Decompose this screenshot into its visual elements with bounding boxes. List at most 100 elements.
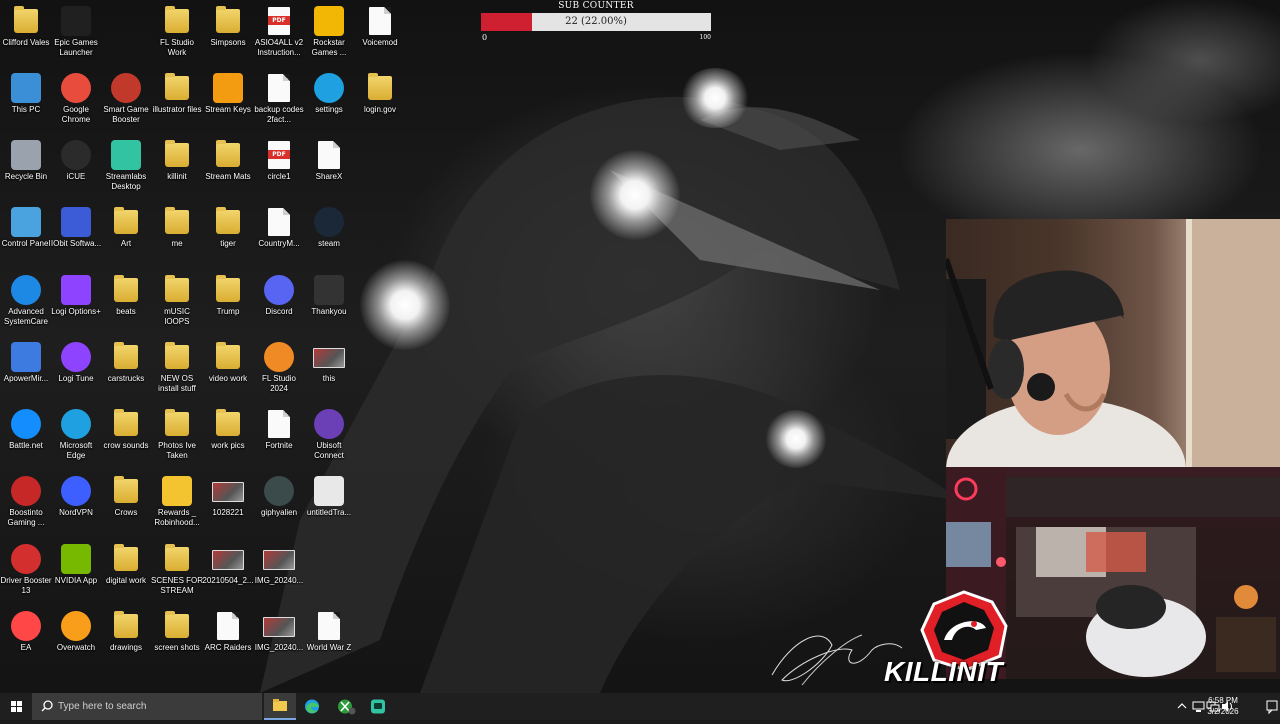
desktop-icon-label: NEW OS install stuff — [158, 374, 196, 393]
taskbar-app-file-explorer[interactable] — [264, 693, 296, 720]
desktop-icon[interactable]: settings — [303, 67, 355, 115]
desktop-icon[interactable]: mUSIC lOOPS — [151, 269, 203, 327]
taskbar-app-xbox[interactable] — [330, 693, 362, 720]
desktop-icon[interactable]: Ubisoft Connect — [303, 403, 355, 461]
taskbar-app-edge[interactable] — [296, 693, 328, 720]
desktop-icon[interactable]: SCENES FOR STREAM — [151, 538, 203, 596]
desktop-icon[interactable]: CountryM... — [253, 201, 305, 249]
desktop-icon[interactable]: Smart Game Booster — [100, 67, 152, 125]
desktop-icon[interactable]: Advanced SystemCare — [0, 269, 52, 327]
desktop-icon[interactable]: work pics — [202, 403, 254, 451]
desktop-icon[interactable]: Fortnite — [253, 403, 305, 451]
desktop-icon[interactable]: Driver Booster 13 — [0, 538, 52, 596]
desktop-icon[interactable]: me — [151, 201, 203, 249]
desktop-icon[interactable]: login.gov — [354, 67, 406, 115]
desktop-icon[interactable]: Thankyou — [303, 269, 355, 317]
desktop-icon[interactable]: Microsoft Edge — [50, 403, 102, 461]
desktop-icon[interactable]: ShareX — [303, 134, 355, 182]
desktop-icon-label: login.gov — [363, 105, 397, 114]
desktop-icon-label: digital work — [105, 576, 146, 585]
desktop-icon[interactable]: Control Panel — [0, 201, 52, 249]
desktop-icon[interactable]: NordVPN — [50, 470, 102, 518]
desktop-icon[interactable]: iCUE — [50, 134, 102, 182]
desktop-icon[interactable]: Rockstar Games ... — [303, 0, 355, 58]
desktop-icon-label: IObit Softwa... — [50, 239, 102, 248]
desktop-icon[interactable]: Voicemod — [354, 0, 406, 48]
desktop-icon[interactable]: ASIO4ALL v2 Instruction... — [253, 0, 305, 58]
edge-icon — [305, 699, 319, 714]
desktop-icon[interactable]: Simpsons — [202, 0, 254, 48]
desktop-icon[interactable]: this — [303, 336, 355, 384]
image-icon — [212, 482, 244, 502]
desktop-icon[interactable]: NVIDIA App — [50, 538, 102, 586]
desktop-icon[interactable]: Rewards _ Robinhood... — [151, 470, 203, 528]
desktop-icon-label: ASIO4ALL v2 Instruction... — [254, 38, 304, 57]
desktop-icon[interactable]: IMG_20240... — [253, 538, 305, 586]
desktop-icon[interactable]: FL Studio Work — [151, 0, 203, 58]
desktop-icon[interactable]: Logi Tune — [50, 336, 102, 384]
desktop-icon-label: IMG_20240... — [254, 576, 304, 585]
desktop-icon[interactable]: screen shots — [151, 605, 203, 653]
desktop-icon[interactable]: 20210504_2... — [202, 538, 254, 586]
desktop-icon[interactable]: Boostinto Gaming ... — [0, 470, 52, 528]
desktop-icon[interactable]: Clifford Vales — [0, 0, 52, 48]
start-button[interactable] — [0, 693, 32, 720]
desktop-icon[interactable]: Discord — [253, 269, 305, 317]
crow-eye-glow-1 — [680, 68, 750, 128]
desktop-icon[interactable]: giphyalien — [253, 470, 305, 518]
computer-icon — [11, 73, 41, 103]
desktop-icon[interactable]: backup codes 2fact... — [253, 67, 305, 125]
desktop-icon[interactable]: IMG_20240... — [253, 605, 305, 653]
desktop-icon[interactable]: Logi Options+ — [50, 269, 102, 317]
desktop-icon-label: circle1 — [267, 172, 291, 181]
folder-icon — [165, 544, 189, 571]
desktop-icon[interactable]: World War Z — [303, 605, 355, 653]
desktop-icon[interactable]: carstrucks — [100, 336, 152, 384]
desktop-icon[interactable]: circle1 — [253, 134, 305, 182]
desktop-icon-label: NordVPN — [59, 508, 93, 517]
taskbar-search-box[interactable]: Type here to search — [32, 693, 262, 720]
desktop-icon[interactable]: Trump — [202, 269, 254, 317]
desktop-icon[interactable]: ApowerMir... — [0, 336, 52, 384]
desktop-icon[interactable]: Stream Mats — [202, 134, 254, 182]
desktop-icon[interactable]: Streamlabs Desktop — [100, 134, 152, 192]
desktop-icon[interactable]: Crows — [100, 470, 152, 518]
desktop-icon[interactable]: untitledTra... — [303, 470, 355, 518]
search-placeholder: Type here to search — [58, 701, 147, 712]
desktop-icon[interactable]: steam — [303, 201, 355, 249]
desktop-icon[interactable]: EA — [0, 605, 52, 653]
notification-icon[interactable] — [1264, 693, 1280, 720]
desktop-icon[interactable]: FL Studio 2024 — [253, 336, 305, 394]
discord-icon — [264, 275, 294, 305]
desktop-icon[interactable]: Recycle Bin — [0, 134, 52, 182]
desktop-icon[interactable]: killinit — [151, 134, 203, 182]
sub-counter-title: SUB COUNTER — [558, 1, 634, 11]
desktop-icon[interactable]: crow sounds — [100, 403, 152, 451]
sub-counter-text: 22 (22.00%) — [565, 16, 627, 27]
desktop-icon-label: CountryM... — [258, 239, 300, 248]
desktop-icon[interactable]: Stream Keys — [202, 67, 254, 115]
desktop-icon[interactable]: beats — [100, 269, 152, 317]
taskbar-clock[interactable]: 6:58 PM 3/2/2026 — [1200, 695, 1246, 717]
desktop-icon[interactable]: IObit Softwa... — [50, 201, 102, 249]
taskbar-app-streamlabs[interactable] — [362, 693, 394, 720]
desktop-icon[interactable]: This PC — [0, 67, 52, 115]
desktop-icon[interactable]: Google Chrome — [50, 67, 102, 125]
desktop-icon[interactable]: video work — [202, 336, 254, 384]
desktop-icon[interactable]: NEW OS install stuff — [151, 336, 203, 394]
desktop-icon-label: Recycle Bin — [4, 172, 48, 181]
tray-chevron-up-icon[interactable] — [1176, 693, 1188, 720]
desktop-icon[interactable]: digital work — [100, 538, 152, 586]
desktop-icon[interactable]: Epic Games Launcher — [50, 0, 102, 58]
ubisoft-icon — [314, 409, 344, 439]
desktop-icon[interactable]: tiger — [202, 201, 254, 249]
desktop-icon[interactable]: Battle.net — [0, 403, 52, 451]
desktop-icon[interactable]: illustrator files — [151, 67, 203, 115]
desktop-icon-label: Epic Games Launcher — [54, 38, 98, 57]
desktop-icon[interactable]: Overwatch — [50, 605, 102, 653]
desktop-icon[interactable]: ARC Raiders — [202, 605, 254, 653]
desktop-icon[interactable]: Art — [100, 201, 152, 249]
desktop-icon[interactable]: Photos Ive Taken — [151, 403, 203, 461]
desktop-icon[interactable]: 1028221 — [202, 470, 254, 518]
desktop-icon[interactable]: drawings — [100, 605, 152, 653]
